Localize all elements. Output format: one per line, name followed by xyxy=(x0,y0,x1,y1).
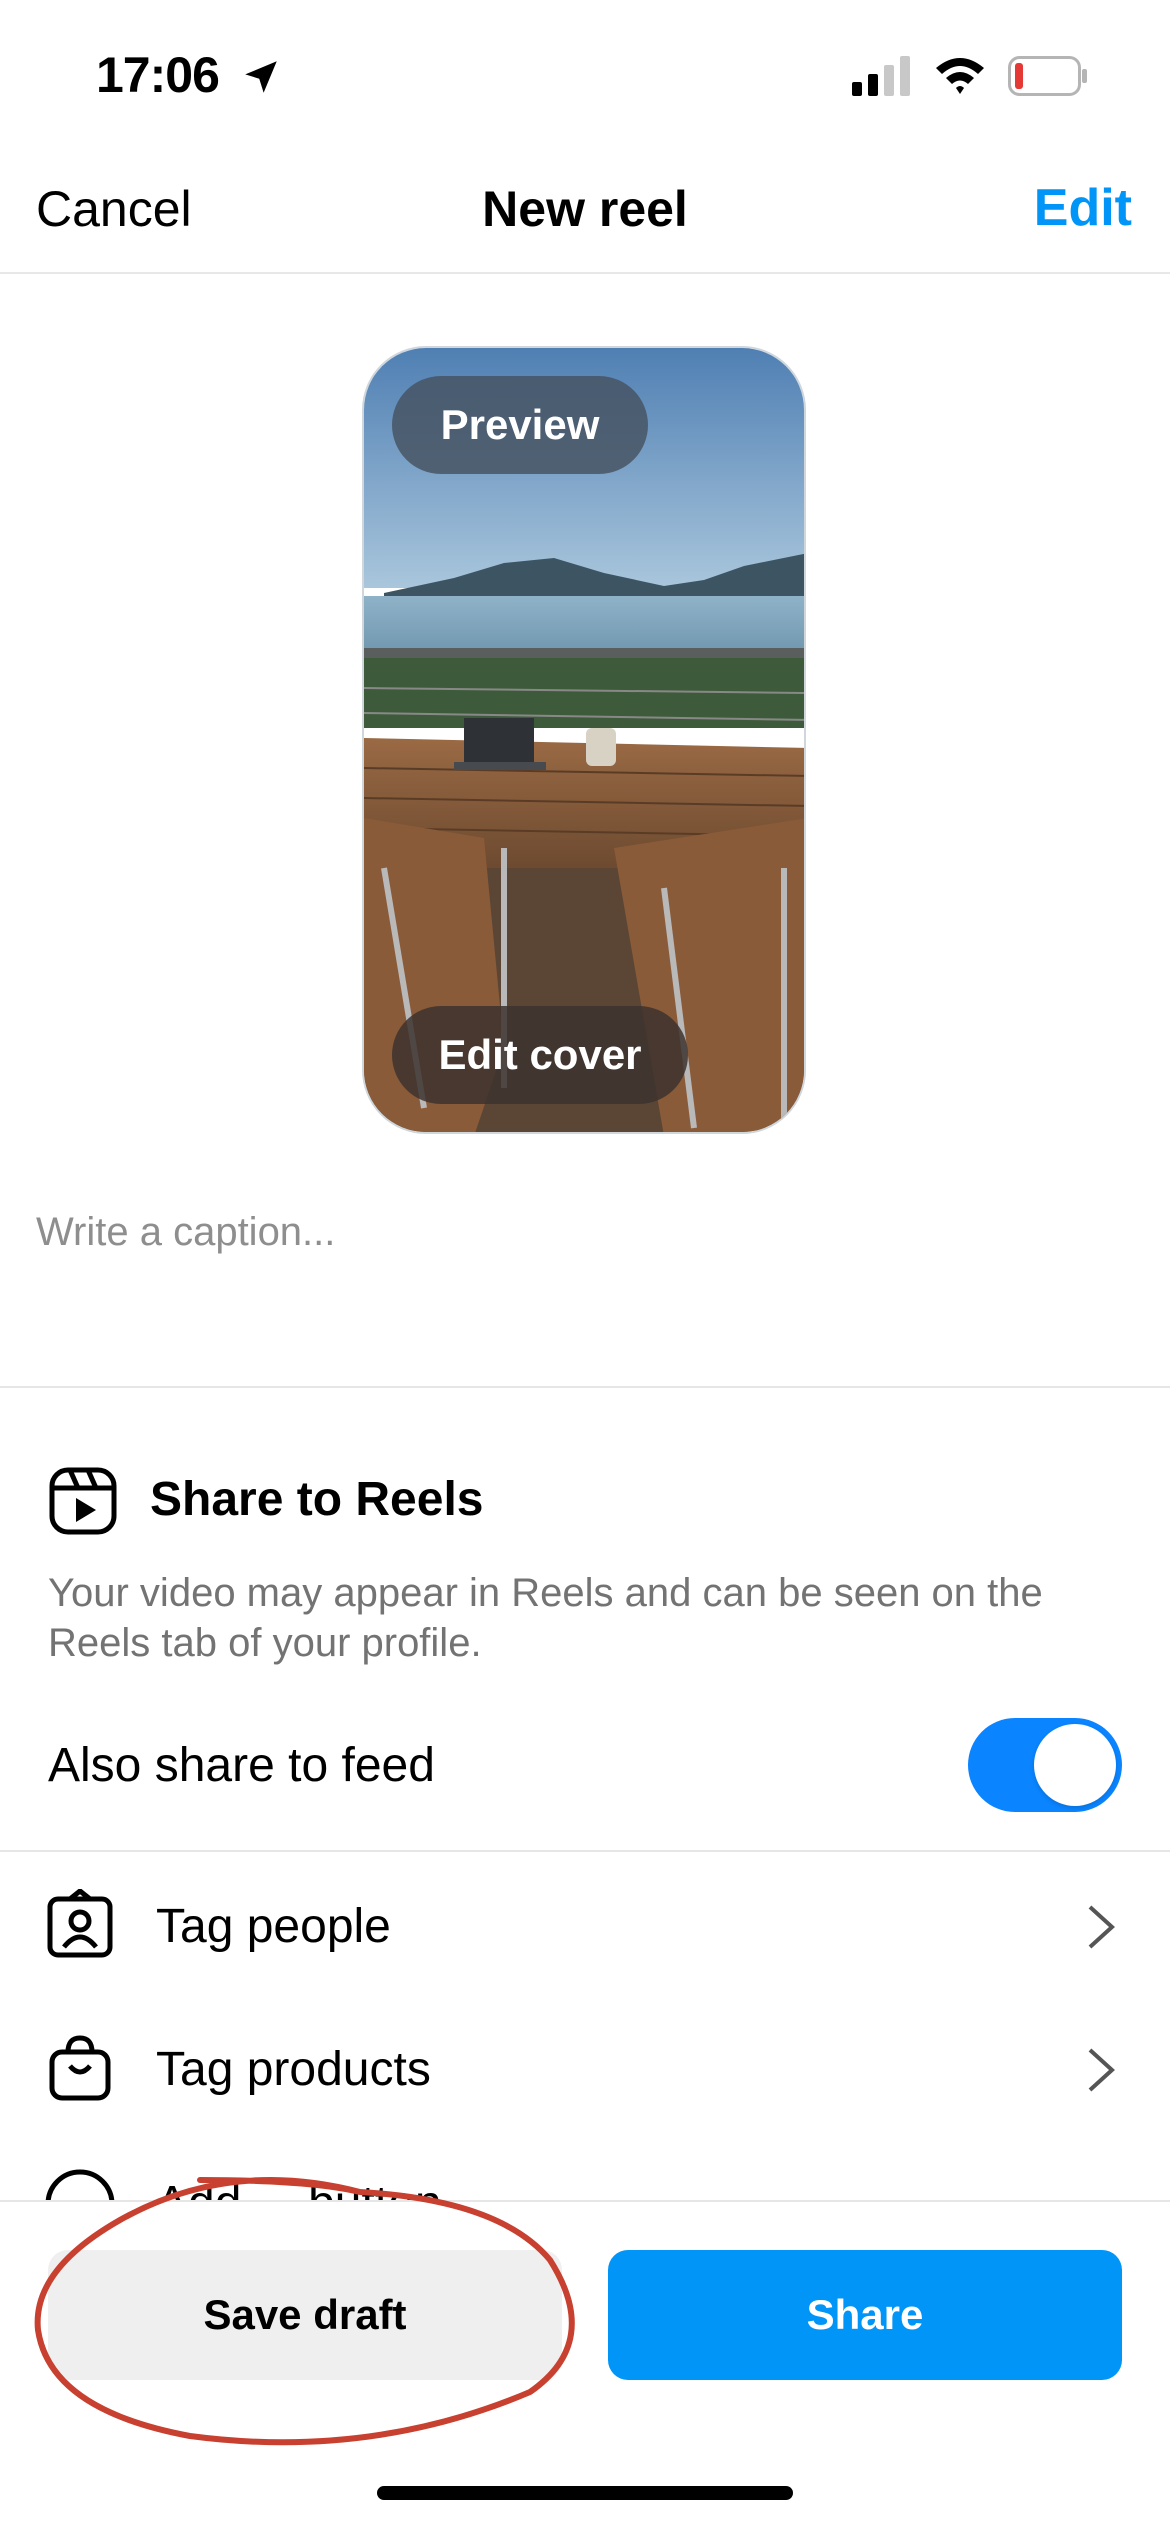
add-button-label: Add ... button xyxy=(156,2176,442,2200)
divider xyxy=(0,1386,1170,1388)
tag-products-label: Tag products xyxy=(156,2043,431,2096)
location-arrow-icon xyxy=(245,61,277,93)
toggle-knob xyxy=(1034,1724,1116,1806)
page-title: New reel xyxy=(482,181,688,237)
chevron-right-icon xyxy=(1088,1905,1115,1949)
share-to-reels-description: Your video may appear in Reels and can b… xyxy=(48,1571,1043,1665)
status-time: 17:06 xyxy=(96,47,220,103)
save-draft-button[interactable]: Save draft xyxy=(48,2250,562,2380)
divider xyxy=(0,1850,1170,1852)
home-indicator xyxy=(377,2486,793,2500)
also-share-to-feed-toggle[interactable] xyxy=(968,1718,1122,1812)
header-bar: Cancel New reel Edit xyxy=(0,150,1170,274)
reels-icon xyxy=(49,1467,117,1535)
status-bar: 17:06 xyxy=(0,0,1170,150)
circle-icon xyxy=(45,2169,115,2200)
battery-low-icon xyxy=(1008,56,1087,96)
add-button-row[interactable]: Add ... button xyxy=(0,2160,1170,2200)
also-share-to-feed-label: Also share to feed xyxy=(48,1739,435,1792)
share-to-reels-title: Share to Reels xyxy=(150,1473,484,1526)
tag-people-row[interactable]: Tag people xyxy=(0,1855,1170,1995)
tag-people-label: Tag people xyxy=(156,1900,391,1953)
cellular-signal-icon xyxy=(852,56,910,96)
edit-button[interactable]: Edit xyxy=(1034,178,1132,238)
caption-input[interactable]: Write a caption... xyxy=(36,1210,335,1255)
share-button[interactable]: Share xyxy=(608,2250,1122,2380)
tag-people-icon xyxy=(47,1889,113,1958)
edit-cover-button[interactable]: Edit cover xyxy=(392,1006,688,1104)
reel-thumbnail[interactable]: Preview Edit cover xyxy=(362,346,806,1134)
shopping-bag-icon xyxy=(49,2035,111,2101)
wifi-icon xyxy=(936,58,984,94)
chevron-right-icon xyxy=(1088,2048,1115,2092)
bottom-action-bar: Save draft Share xyxy=(0,2200,1170,2532)
tag-products-row[interactable]: Tag products xyxy=(0,1998,1170,2138)
preview-button[interactable]: Preview xyxy=(392,376,648,474)
